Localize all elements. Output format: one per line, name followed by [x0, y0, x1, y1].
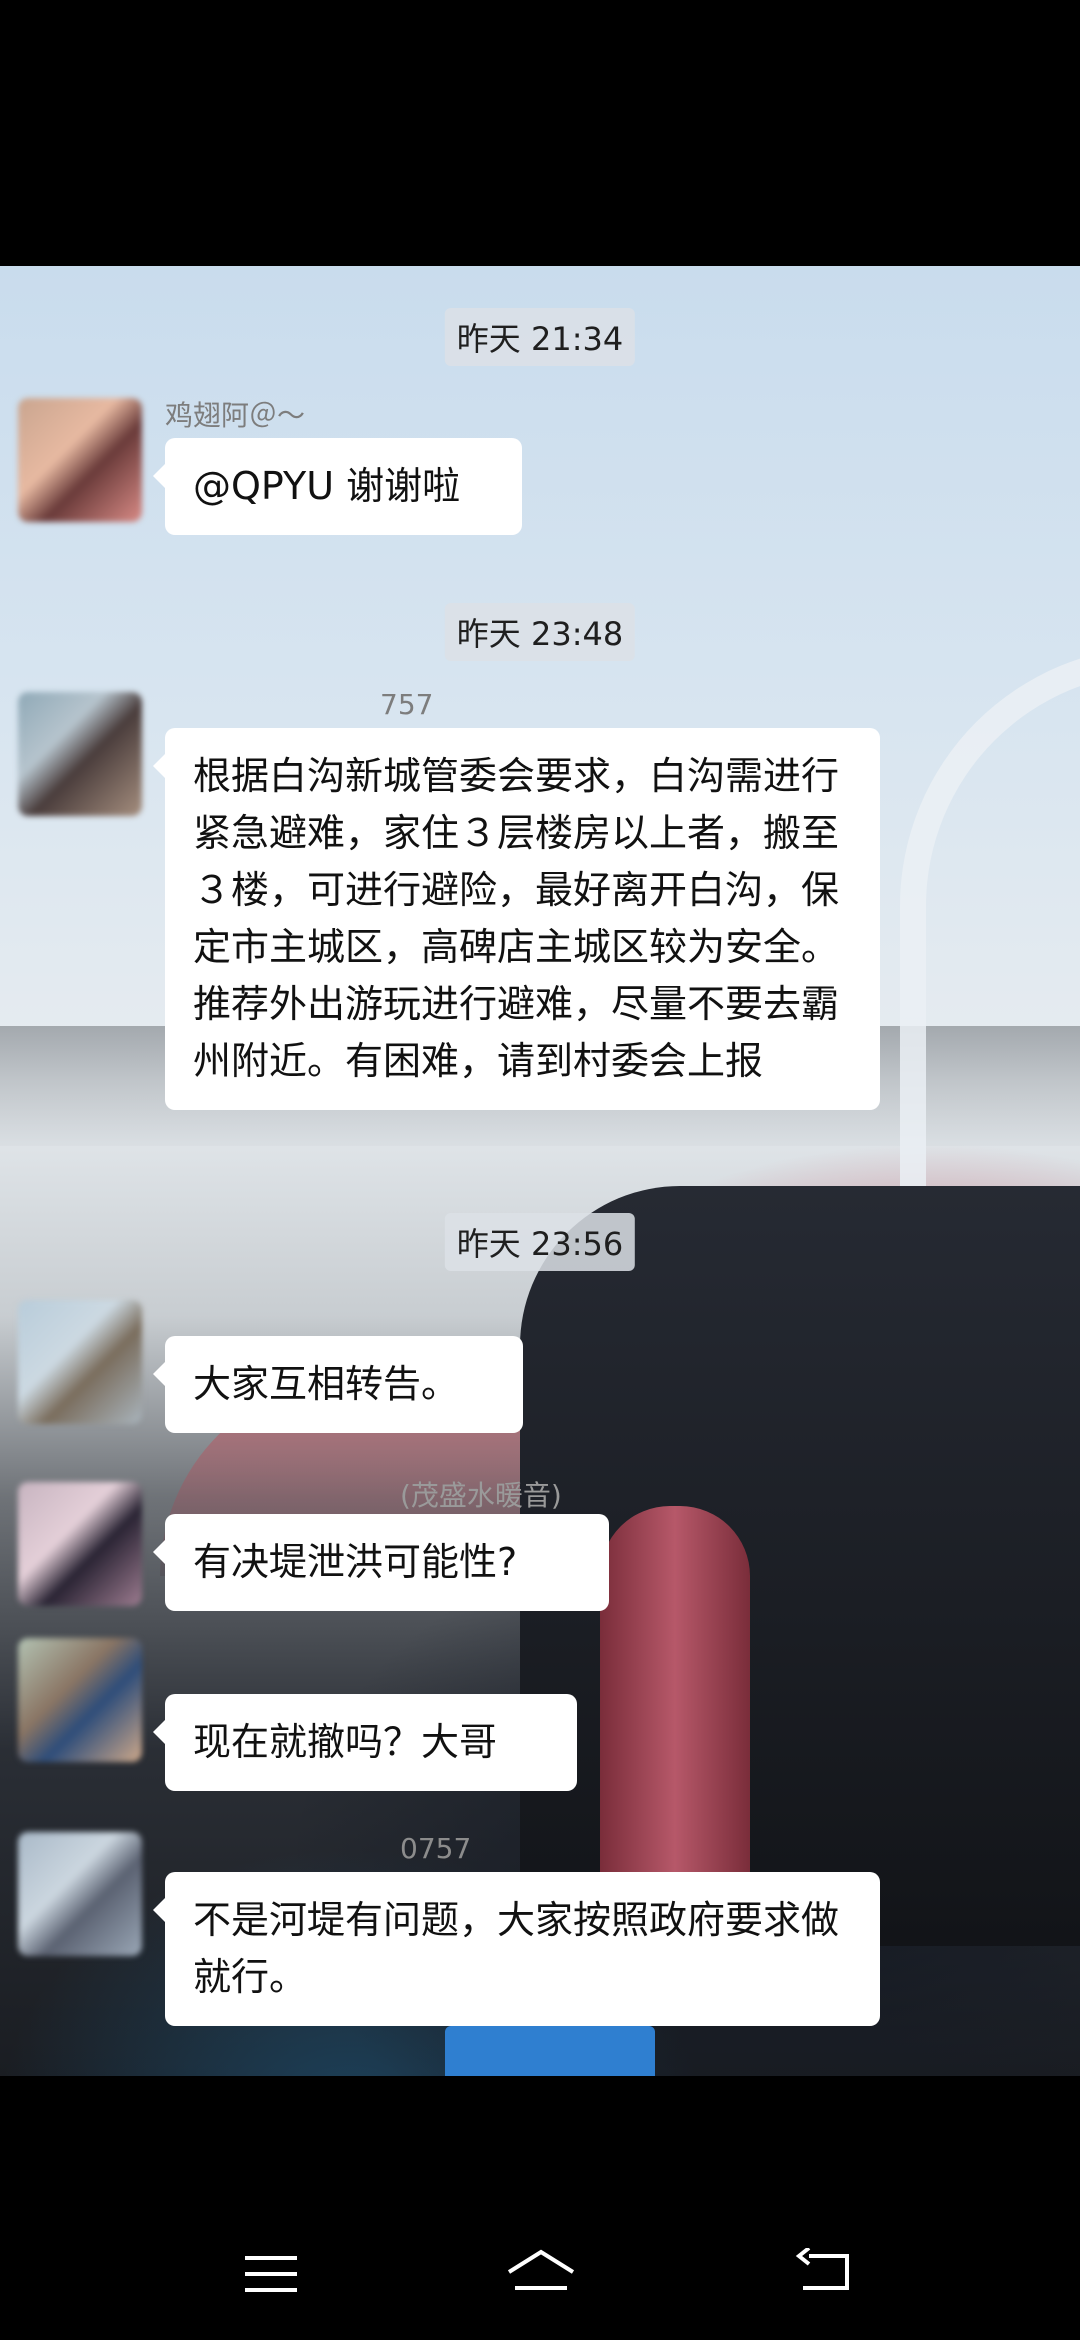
chat-view[interactable] — [0, 266, 1080, 2076]
home-icon[interactable] — [505, 2248, 577, 2300]
avatar[interactable] — [18, 1300, 142, 1424]
message-bubble[interactable]: 不是河堤有问题，大家按照政府要求做就行。 — [153, 1872, 880, 2026]
back-icon[interactable] — [795, 2246, 851, 2300]
message-text: 大家互相转告。 — [193, 1362, 460, 1406]
message-bubble[interactable]: 现在就撤吗？大哥 — [153, 1694, 577, 1791]
timestamp: 昨天 21:34 — [444, 308, 636, 366]
timestamp: 昨天 23:56 — [444, 1213, 636, 1271]
avatar[interactable] — [18, 1832, 142, 1956]
menu-icon[interactable] — [245, 2254, 297, 2298]
wallpaper-license-plate — [445, 2026, 655, 2076]
sender-name: 757 — [380, 688, 434, 721]
sender-name: (茂盛水暖音) — [400, 1479, 562, 1512]
avatar[interactable] — [18, 1638, 142, 1762]
sender-name: 0757 — [400, 1832, 472, 1865]
message-text: 不是河堤有问题，大家按照政府要求做就行。 — [193, 1898, 840, 1999]
message-bubble[interactable]: 根据白沟新城管委会要求，白沟需进行紧急避难，家住３层楼房以上者，搬至３楼，可进行… — [153, 728, 880, 1110]
message-text: 根据白沟新城管委会要求，白沟需进行紧急避难，家住３层楼房以上者，搬至３楼，可进行… — [193, 754, 840, 1083]
message-bubble[interactable]: @QPYU 谢谢啦 — [153, 438, 522, 535]
message-bubble[interactable]: 大家互相转告。 — [153, 1336, 523, 1433]
wallpaper-arch — [900, 646, 1080, 1232]
message-text: 有决堤泄洪可能性? — [193, 1540, 518, 1584]
navigation-bar — [0, 2076, 1080, 2340]
avatar[interactable] — [18, 398, 142, 522]
avatar[interactable] — [18, 692, 142, 816]
message-text: 现在就撤吗？大哥 — [193, 1720, 498, 1764]
message-text: @QPYU 谢谢啦 — [193, 464, 461, 508]
message-bubble[interactable]: 有决堤泄洪可能性? — [153, 1514, 609, 1611]
sender-name: 鸡翅阿＠～ — [165, 399, 306, 432]
avatar[interactable] — [18, 1482, 142, 1606]
timestamp: 昨天 23:48 — [444, 603, 636, 661]
